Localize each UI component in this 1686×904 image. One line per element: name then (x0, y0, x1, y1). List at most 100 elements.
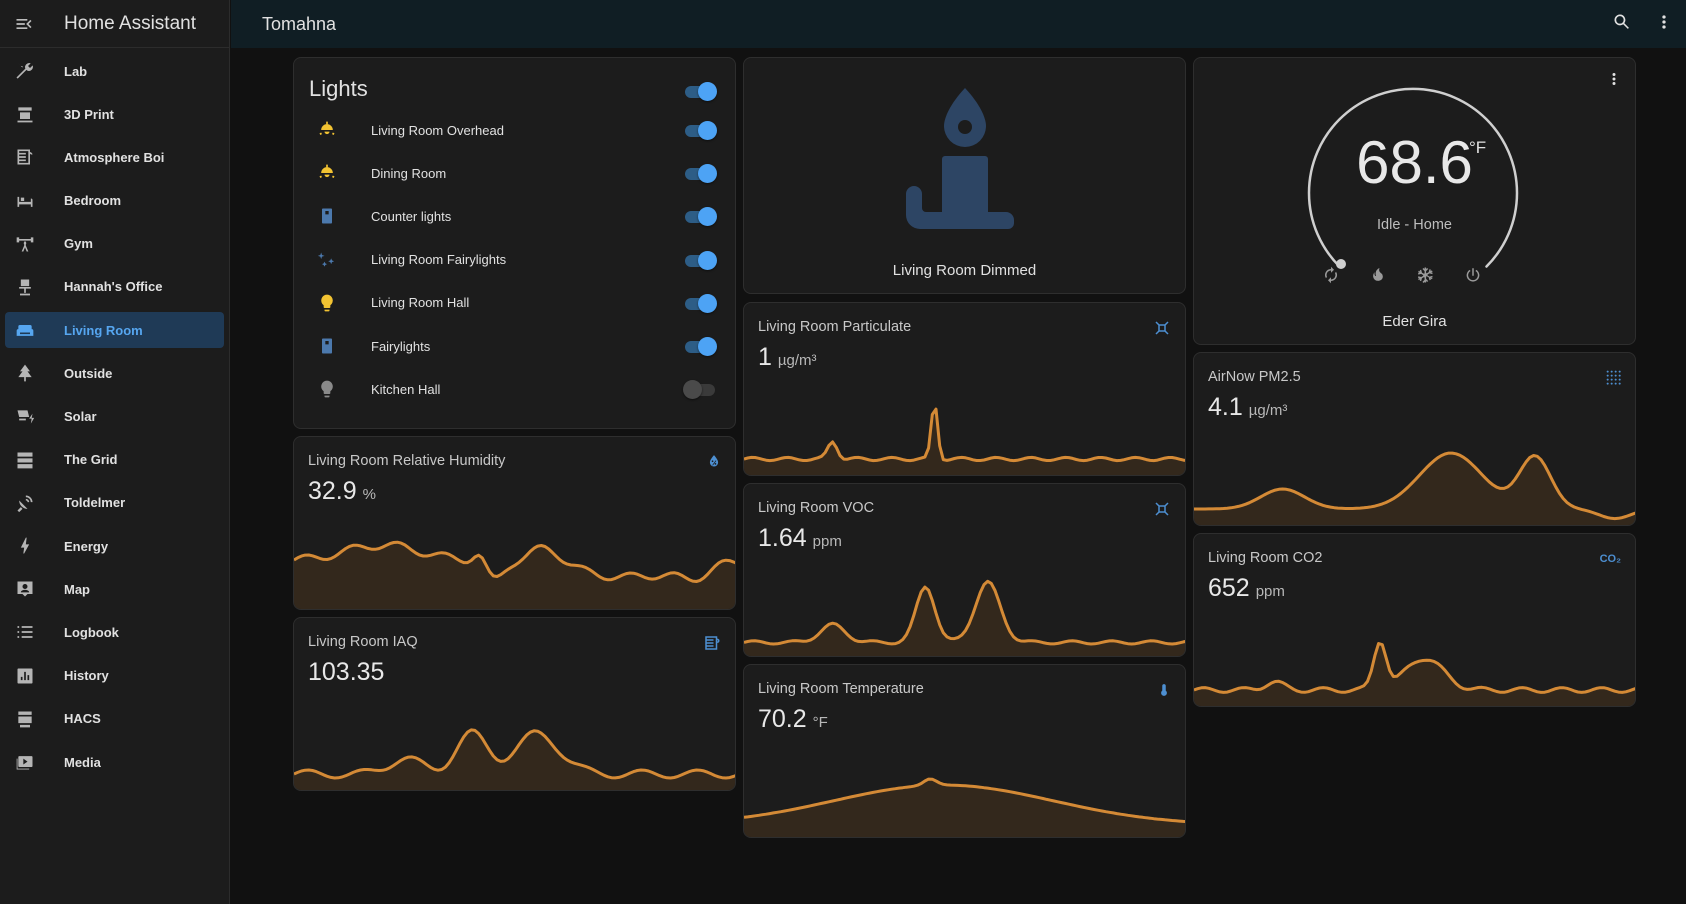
sidebar-header: Home Assistant (0, 0, 229, 48)
pm25-card[interactable]: AirNow PM2.5 4.1 µg/m³ (1193, 352, 1636, 526)
sidebar-item-energy[interactable]: Energy (5, 528, 224, 564)
search-icon[interactable] (1612, 12, 1632, 37)
view-title: Tomahna (262, 13, 337, 34)
sofa-icon (5, 320, 45, 340)
sidebar-item-label: Toldelmer (64, 495, 126, 511)
sidebar-item-solar[interactable]: Solar (5, 399, 224, 435)
tools-icon (5, 61, 45, 81)
play-box-multiple-icon (5, 752, 45, 772)
lightning-bolt-icon (5, 536, 45, 556)
sidebar-item-label: Map (64, 581, 90, 597)
printer-3d-icon (5, 104, 45, 124)
voc-card[interactable]: Living Room VOC 1.64 ppm (743, 483, 1186, 657)
thermostat-menu-icon[interactable] (1605, 70, 1623, 93)
light-toggle[interactable] (683, 120, 717, 140)
lights-card: Lights Living Room Overhead Dining Room Co… (293, 57, 736, 429)
satellite-dish-icon (5, 493, 45, 513)
sidebar-item-label: Living Room (64, 322, 143, 338)
light-row: Living Room Fairylights (294, 242, 734, 278)
sidebar-item-living-room[interactable]: Living Room (5, 312, 224, 349)
humidity-sparkline (294, 540, 735, 609)
thermostat-name: Eder Gira (1382, 313, 1447, 330)
map-account-icon (5, 579, 45, 599)
light-toggle[interactable] (683, 163, 717, 184)
lightbulb-icon[interactable] (311, 379, 343, 399)
sidebar-item-history[interactable]: History (5, 658, 224, 694)
format-list-icon (5, 622, 45, 642)
sidebar-item-label: Bedroom (64, 193, 122, 209)
sidebar-item-bedroom[interactable]: Bedroom (5, 183, 224, 219)
solar-power-icon (5, 407, 45, 427)
string-lights-icon[interactable] (311, 250, 343, 270)
light-name[interactable]: Counter lights (371, 209, 451, 224)
living-room-dimmed-card[interactable]: Living Room Dimmed (743, 57, 1186, 294)
particulate-card[interactable]: Living Room Particulate 1 µg/m³ (743, 302, 1186, 476)
light-toggle[interactable] (683, 336, 717, 356)
sidebar-item-label: Outside (64, 365, 113, 381)
hacs-icon (5, 709, 45, 729)
humidity-card[interactable]: Living Room Relative Humidity 32.9% (293, 436, 736, 610)
menu-toggle-button[interactable] (0, 0, 48, 48)
lights-master-toggle[interactable] (683, 81, 717, 101)
voc-sparkline (744, 579, 1185, 656)
sidebar: Home Assistant Lab 3D Print Atmosphere Boi… (0, 0, 230, 904)
sidebar-item-3d-print[interactable]: 3D Print (5, 96, 224, 132)
light-row: Dining Room (294, 155, 734, 191)
light-name[interactable]: Living Room Fairylights (371, 252, 506, 267)
co2-card[interactable]: Living Room CO2 652 ppm CO₂ (1193, 533, 1636, 707)
sidebar-item-toldelmer[interactable]: Toldelmer (5, 485, 224, 521)
iaq-card[interactable]: Living Room IAQ 103.35 (293, 617, 736, 791)
server-icon (5, 450, 45, 470)
sidebar-item-gym[interactable]: Gym (5, 226, 224, 262)
weight-lifter-icon (5, 234, 45, 254)
more-vertical-icon[interactable] (1654, 12, 1674, 37)
lightbulb-icon[interactable] (311, 293, 343, 313)
bed-icon (5, 191, 45, 211)
co2-sparkline (1194, 642, 1635, 706)
light-name[interactable]: Living Room Hall (371, 295, 469, 310)
sidebar-item-hacs[interactable]: HACS (5, 701, 224, 737)
thermostat-temperature: 68.6 (1356, 129, 1473, 196)
light-name[interactable]: Dining Room (371, 166, 446, 181)
pm25-sparkline (1194, 451, 1635, 525)
chart-box-icon (5, 666, 45, 686)
pine-tree-icon (5, 363, 45, 383)
light-switch-icon[interactable] (311, 336, 343, 356)
ceiling-light-icon[interactable] (311, 120, 343, 140)
light-name[interactable]: Living Room Overhead (371, 123, 504, 138)
air-filter-icon (5, 147, 45, 167)
sidebar-item-label: Solar (64, 409, 97, 424)
sidebar-item-logbook[interactable]: Logbook (5, 614, 224, 650)
temperature-sparkline (744, 777, 1185, 837)
sidebar-item-label: Media (64, 754, 101, 770)
ceiling-light-icon[interactable] (311, 163, 343, 183)
fire-icon[interactable] (1369, 266, 1387, 289)
sidebar-item-media[interactable]: Media (5, 744, 224, 780)
light-toggle[interactable] (683, 250, 717, 270)
sidebar-item-label: 3D Print (64, 106, 114, 122)
sidebar-item-map[interactable]: Map (5, 571, 224, 607)
sidebar-item-the-grid[interactable]: The Grid (5, 442, 224, 478)
sidebar-item-label: Atmosphere Boi (64, 149, 165, 165)
candle-icon (906, 88, 1014, 229)
top-bar: Tomahna (231, 0, 1686, 48)
sidebar-item-label: Energy (64, 538, 109, 554)
light-toggle[interactable] (683, 379, 717, 400)
sidebar-item-lab[interactable]: Lab (5, 53, 224, 89)
light-name[interactable]: Fairylights (371, 339, 430, 354)
light-toggle[interactable] (683, 206, 717, 227)
lights-card-title: Lights (309, 76, 368, 101)
power-icon[interactable] (1464, 266, 1482, 289)
snowflake-icon[interactable] (1417, 266, 1435, 289)
sidebar-item-atmosphere-boi[interactable]: Atmosphere Boi (5, 139, 224, 175)
sidebar-item-outside[interactable]: Outside (5, 355, 224, 391)
thermostat-mode-buttons (1322, 266, 1482, 289)
temperature-card[interactable]: Living Room Temperature 70.2 °F (743, 664, 1186, 838)
light-toggle[interactable] (683, 293, 717, 313)
thermostat-card: 68.6 °F Idle - Home Eder Gira (1193, 57, 1636, 345)
light-switch-icon[interactable] (311, 206, 343, 226)
autorenew-icon[interactable] (1322, 266, 1340, 289)
light-name[interactable]: Kitchen Hall (371, 382, 440, 397)
sidebar-item-hannah-s-office[interactable]: Hannah's Office (5, 269, 224, 305)
thermostat-unit: °F (1469, 138, 1487, 157)
